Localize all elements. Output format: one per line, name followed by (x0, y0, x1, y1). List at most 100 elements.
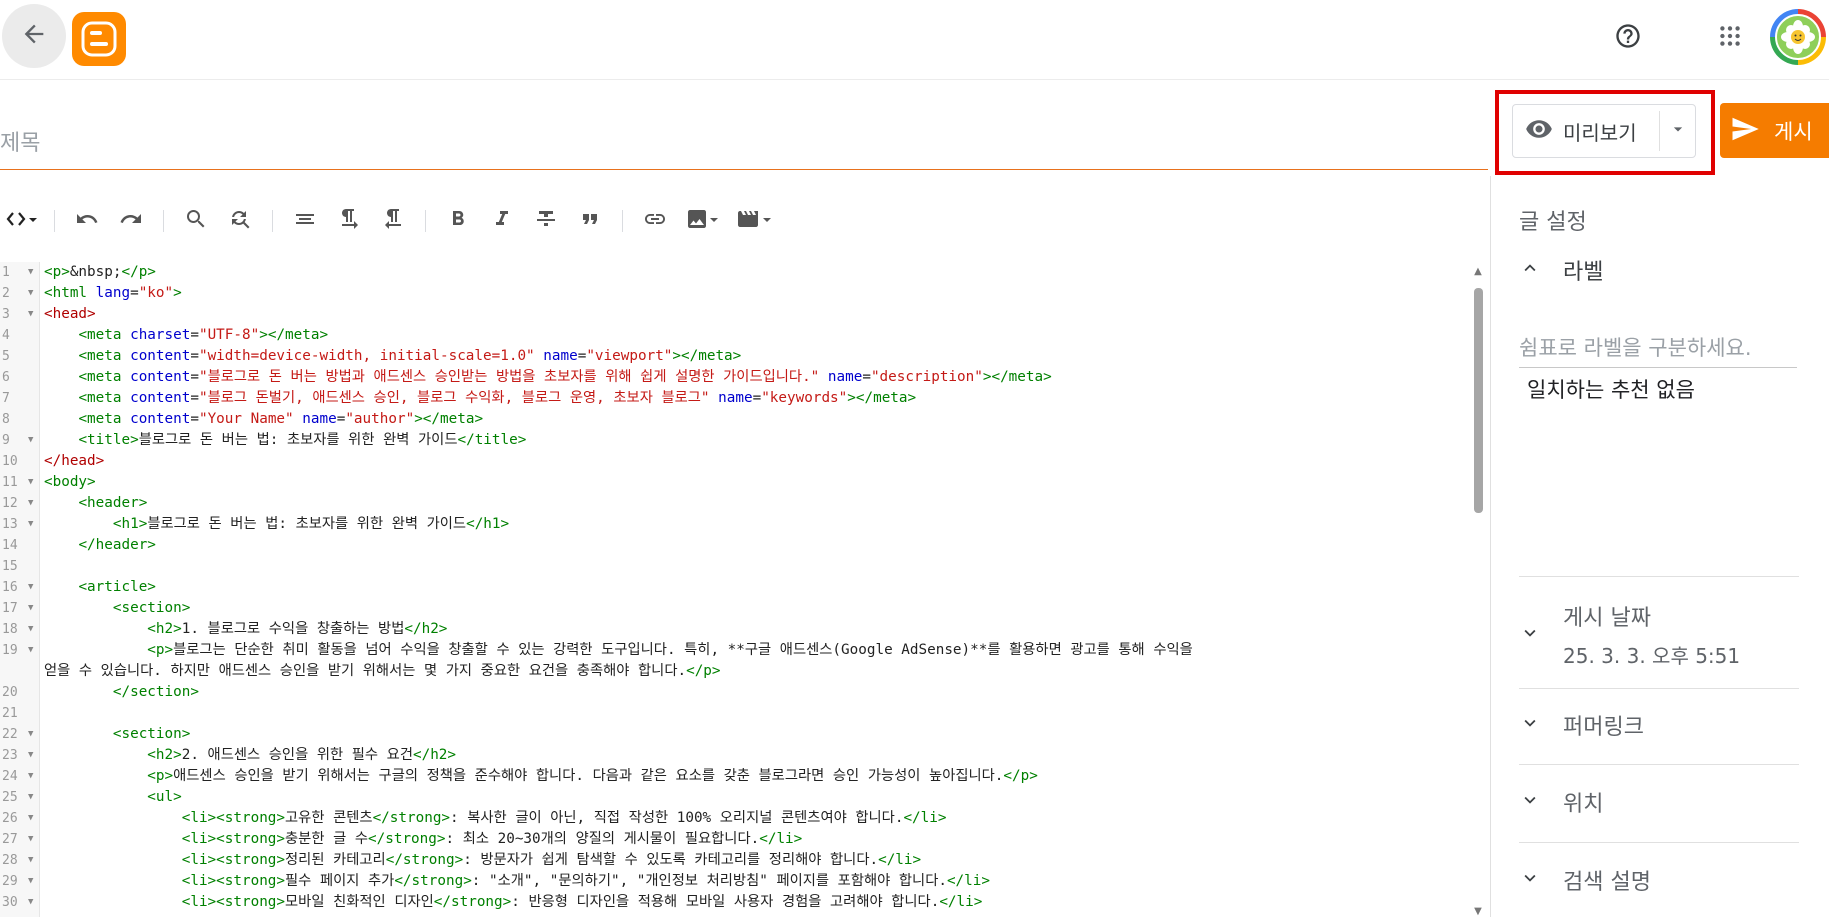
code-line[interactable]: <html lang="ko"> (44, 283, 1468, 304)
code-line[interactable]: <li><strong>필수 페이지 추가</strong>: "소개", "문… (44, 871, 1468, 892)
back-button[interactable] (2, 4, 66, 68)
redo-icon (119, 207, 143, 235)
code-line[interactable]: <article> (44, 577, 1468, 598)
format-button[interactable] (283, 203, 327, 239)
fold-arrow-icon[interactable]: ▼ (28, 262, 33, 283)
line-number: 29 ▼ (0, 871, 39, 892)
fold-arrow-icon[interactable]: ▼ (28, 493, 33, 514)
ltr-button[interactable] (327, 203, 371, 239)
code-token: 고유한 콘텐츠 (285, 810, 373, 826)
code-line[interactable]: <header> (44, 493, 1468, 514)
labels-section-toggle[interactable]: 라벨 (1519, 254, 1809, 286)
link-button[interactable] (633, 203, 677, 239)
blogger-logo[interactable] (72, 12, 126, 66)
preview-dropdown-toggle[interactable] (1660, 105, 1695, 157)
code-line[interactable]: </section> (44, 682, 1468, 703)
code-line[interactable]: <meta content="Your Name" name="author">… (44, 409, 1468, 430)
fold-arrow-icon[interactable]: ▼ (28, 808, 33, 829)
code-token: = (190, 369, 199, 385)
fold-arrow-icon[interactable]: ▼ (28, 829, 33, 850)
apps-button[interactable] (1706, 14, 1754, 62)
fold-arrow-icon[interactable]: ▼ (28, 724, 33, 745)
labels-input[interactable] (1519, 328, 1797, 368)
fold-arrow-icon[interactable]: ▼ (28, 304, 33, 325)
fold-arrow-icon[interactable]: ▼ (28, 619, 33, 640)
code-line[interactable]: <meta charset="UTF-8"></meta> (44, 325, 1468, 346)
post-title-input[interactable] (0, 124, 1488, 170)
code-line[interactable]: <head> (44, 304, 1468, 325)
code-line[interactable]: <h2>2. 애드센스 승인을 위한 필수 요건</h2> (44, 745, 1468, 766)
code-line[interactable]: <section> (44, 724, 1468, 745)
code-line[interactable]: <title>블로그로 돈 버는 법: 초보자를 위한 완벽 가이드</titl… (44, 430, 1468, 451)
strikethrough-button[interactable] (524, 203, 568, 239)
preview-main-action[interactable]: 미리보기 (1513, 105, 1659, 157)
publish-date-section-toggle[interactable]: 게시 날짜 25. 3. 3. 오후 5:51 (1519, 600, 1809, 669)
fold-arrow-icon[interactable]: ▼ (28, 577, 33, 598)
html-code-editor[interactable]: 1 ▼ 2 ▼ 3 ▼ 4 5 6 7 8 9 ▼ 10 11 ▼ 12 ▼ 13 ▼ 14 15 16 ▼ 17 ▼ 18 ▼ 19 ▼… (0, 262, 1488, 917)
code-line[interactable]: <li><strong>모바일 친화적인 디자인</strong>: 반응형 디… (44, 892, 1468, 913)
video-button[interactable] (729, 203, 781, 239)
scroll-up-arrow-icon[interactable]: ▲ (1470, 265, 1486, 277)
preview-button[interactable]: 미리보기 (1512, 104, 1696, 158)
fold-arrow-icon[interactable]: ▼ (28, 745, 33, 766)
replace-button[interactable] (218, 203, 262, 239)
scroll-down-arrow-icon[interactable]: ▼ (1470, 905, 1486, 917)
rtl-button[interactable] (371, 203, 415, 239)
fold-arrow-icon[interactable]: ▼ (28, 787, 33, 808)
code-line[interactable]: <p>&nbsp;</p> (44, 262, 1468, 283)
code-token: 충분한 글 수 (285, 831, 369, 847)
fold-arrow-icon[interactable]: ▼ (28, 640, 33, 661)
code-line[interactable]: <section> (44, 598, 1468, 619)
code-line[interactable]: <body> (44, 472, 1468, 493)
code-line[interactable]: <p>블로그는 단순한 취미 활동을 넘어 수익을 창출할 수 있는 강력한 도… (44, 640, 1468, 661)
search-button[interactable] (174, 203, 218, 239)
undo-button[interactable] (65, 203, 109, 239)
code-line[interactable]: <h2>1. 블로그로 수익을 창출하는 방법</h2> (44, 619, 1468, 640)
code-content[interactable]: <p>&nbsp;</p> <html lang="ko"> <head> <met… (44, 262, 1468, 917)
image-button[interactable] (677, 203, 729, 239)
redo-button[interactable] (109, 203, 153, 239)
fold-arrow-icon[interactable]: ▼ (28, 430, 33, 451)
code-line[interactable]: </header> (44, 535, 1468, 556)
fold-arrow-icon[interactable]: ▼ (28, 472, 33, 493)
code-line[interactable]: </head> (44, 451, 1468, 472)
code-line[interactable]: <p>애드센스 승인을 받기 위해서는 구글의 정책을 준수해야 합니다. 다음… (44, 766, 1468, 787)
search-description-section-toggle[interactable]: 검색 설명 (1519, 864, 1809, 896)
account-avatar[interactable] (1770, 9, 1826, 65)
permalink-section-toggle[interactable]: 퍼머링크 (1519, 709, 1809, 741)
quote-button[interactable] (568, 203, 612, 239)
location-section-toggle[interactable]: 위치 (1519, 786, 1809, 818)
bold-button[interactable] (436, 203, 480, 239)
code-line[interactable]: <h1>블로그로 돈 버는 법: 초보자를 위한 완벽 가이드</h1> (44, 514, 1468, 535)
code-token: "UTF-8" (198, 327, 260, 343)
fold-arrow-icon[interactable]: ▼ (28, 892, 33, 913)
publish-button[interactable]: 게시 (1720, 103, 1829, 158)
editor-scrollbar[interactable]: ▲ ▼ (1470, 262, 1486, 917)
code-line[interactable]: <li><strong>충분한 글 수</strong>: 최소 20~30개의… (44, 829, 1468, 850)
code-line[interactable]: <meta content="블로그 돈벌기, 애드센스 승인, 블로그 수익화… (44, 388, 1468, 409)
fold-arrow-icon[interactable]: ▼ (28, 283, 33, 304)
code-line[interactable]: <meta content="블로그로 돈 버는 방법과 애드센스 승인받는 방… (44, 367, 1468, 388)
code-line[interactable]: 얻을 수 있습니다. 하지만 애드센스 승인을 받기 위해서는 몇 가지 중요한… (44, 661, 1468, 682)
help-button[interactable] (1604, 14, 1652, 62)
code-line[interactable]: <ul> (44, 787, 1468, 808)
code-line[interactable] (44, 703, 1468, 724)
fold-arrow-icon[interactable]: ▼ (28, 871, 33, 892)
code-line[interactable] (44, 556, 1468, 577)
code-line[interactable]: <li><strong>정리된 카테고리</strong>: 방문자가 쉽게 탐… (44, 850, 1468, 871)
code-token: 필수 페이지 추가 (285, 873, 395, 889)
italic-button[interactable] (480, 203, 524, 239)
line-number: 2 ▼ (0, 283, 39, 304)
fold-arrow-icon[interactable]: ▼ (28, 598, 33, 619)
html-view-toggle[interactable] (0, 203, 44, 239)
code-line[interactable]: <meta content="width=device-width, initi… (44, 346, 1468, 367)
fold-arrow-icon[interactable]: ▼ (28, 514, 33, 535)
scrollbar-thumb[interactable] (1474, 288, 1483, 513)
code-line[interactable]: <li><strong>고유한 콘텐츠</strong>: 복사한 글이 아닌,… (44, 808, 1468, 829)
fold-arrow-icon[interactable]: ▼ (28, 766, 33, 787)
link-icon (643, 207, 667, 235)
fold-arrow-icon[interactable]: ▼ (28, 850, 33, 871)
